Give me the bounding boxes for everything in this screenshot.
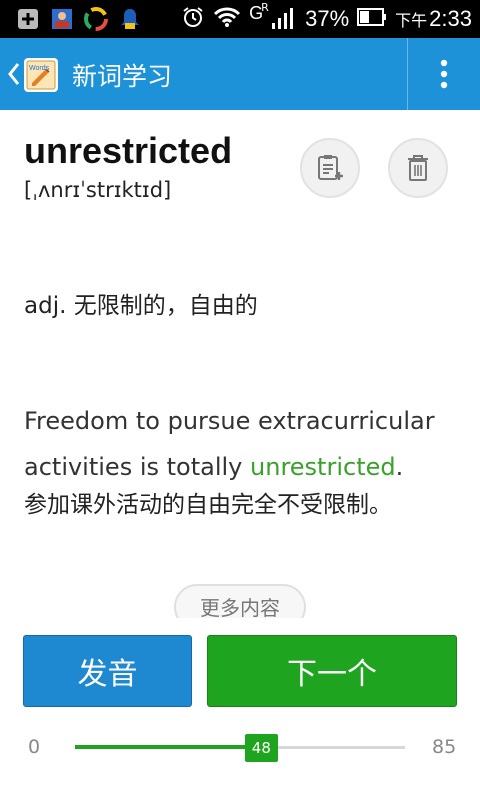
word-definition: adj. 无限制的，自由的 — [24, 293, 258, 319]
more-vert-icon — [440, 59, 448, 89]
app-logo[interactable]: Words — [22, 56, 60, 94]
app-bar: Words 新词学习 — [0, 38, 480, 110]
back-icon[interactable] — [6, 60, 22, 88]
delete-word-button[interactable] — [388, 138, 448, 198]
signal-icon: G R — [249, 1, 297, 33]
alarm-icon — [181, 5, 205, 33]
add-to-notebook-button[interactable] — [300, 138, 360, 198]
page-title: 新词学习 — [72, 63, 173, 91]
progress-max: 85 — [432, 736, 457, 758]
photo-icon — [50, 7, 74, 31]
clock: 2:33 — [429, 6, 472, 31]
trash-icon — [408, 155, 428, 181]
battery-percent: 37% — [305, 6, 350, 31]
overflow-menu-button[interactable] — [408, 38, 480, 110]
bottom-controls: 发音 下一个 0 48 85 — [0, 618, 480, 800]
battery-icon — [357, 8, 387, 30]
example-highlight: unrestricted — [250, 453, 396, 481]
example-translation: 参加课外活动的自由完全不受限制。 — [24, 492, 392, 518]
notification-icon — [118, 7, 142, 31]
note-add-icon — [318, 155, 343, 180]
network-sup: R — [261, 1, 269, 14]
progress-fill — [75, 745, 262, 749]
logo-text: Words — [29, 65, 50, 72]
app-circle-icon — [84, 7, 108, 31]
pronounce-button[interactable]: 发音 — [23, 635, 192, 707]
next-word-button[interactable]: 下一个 — [207, 635, 457, 707]
progress-thumb[interactable]: 48 — [244, 734, 278, 762]
word-title: unrestricted — [24, 130, 233, 171]
example-end: . — [395, 453, 404, 481]
wifi-icon — [213, 6, 241, 32]
add-box-icon — [16, 7, 40, 31]
status-bar: G R 37% 下午2:33 — [0, 0, 480, 38]
word-phonetic: [ˌʌnrɪˈstrɪktɪd] — [24, 178, 172, 202]
progress-min: 0 — [28, 736, 41, 758]
time-prefix: 下午 — [395, 13, 428, 30]
example-sentence: Freedom to pursue extracurricular activi… — [24, 398, 464, 490]
